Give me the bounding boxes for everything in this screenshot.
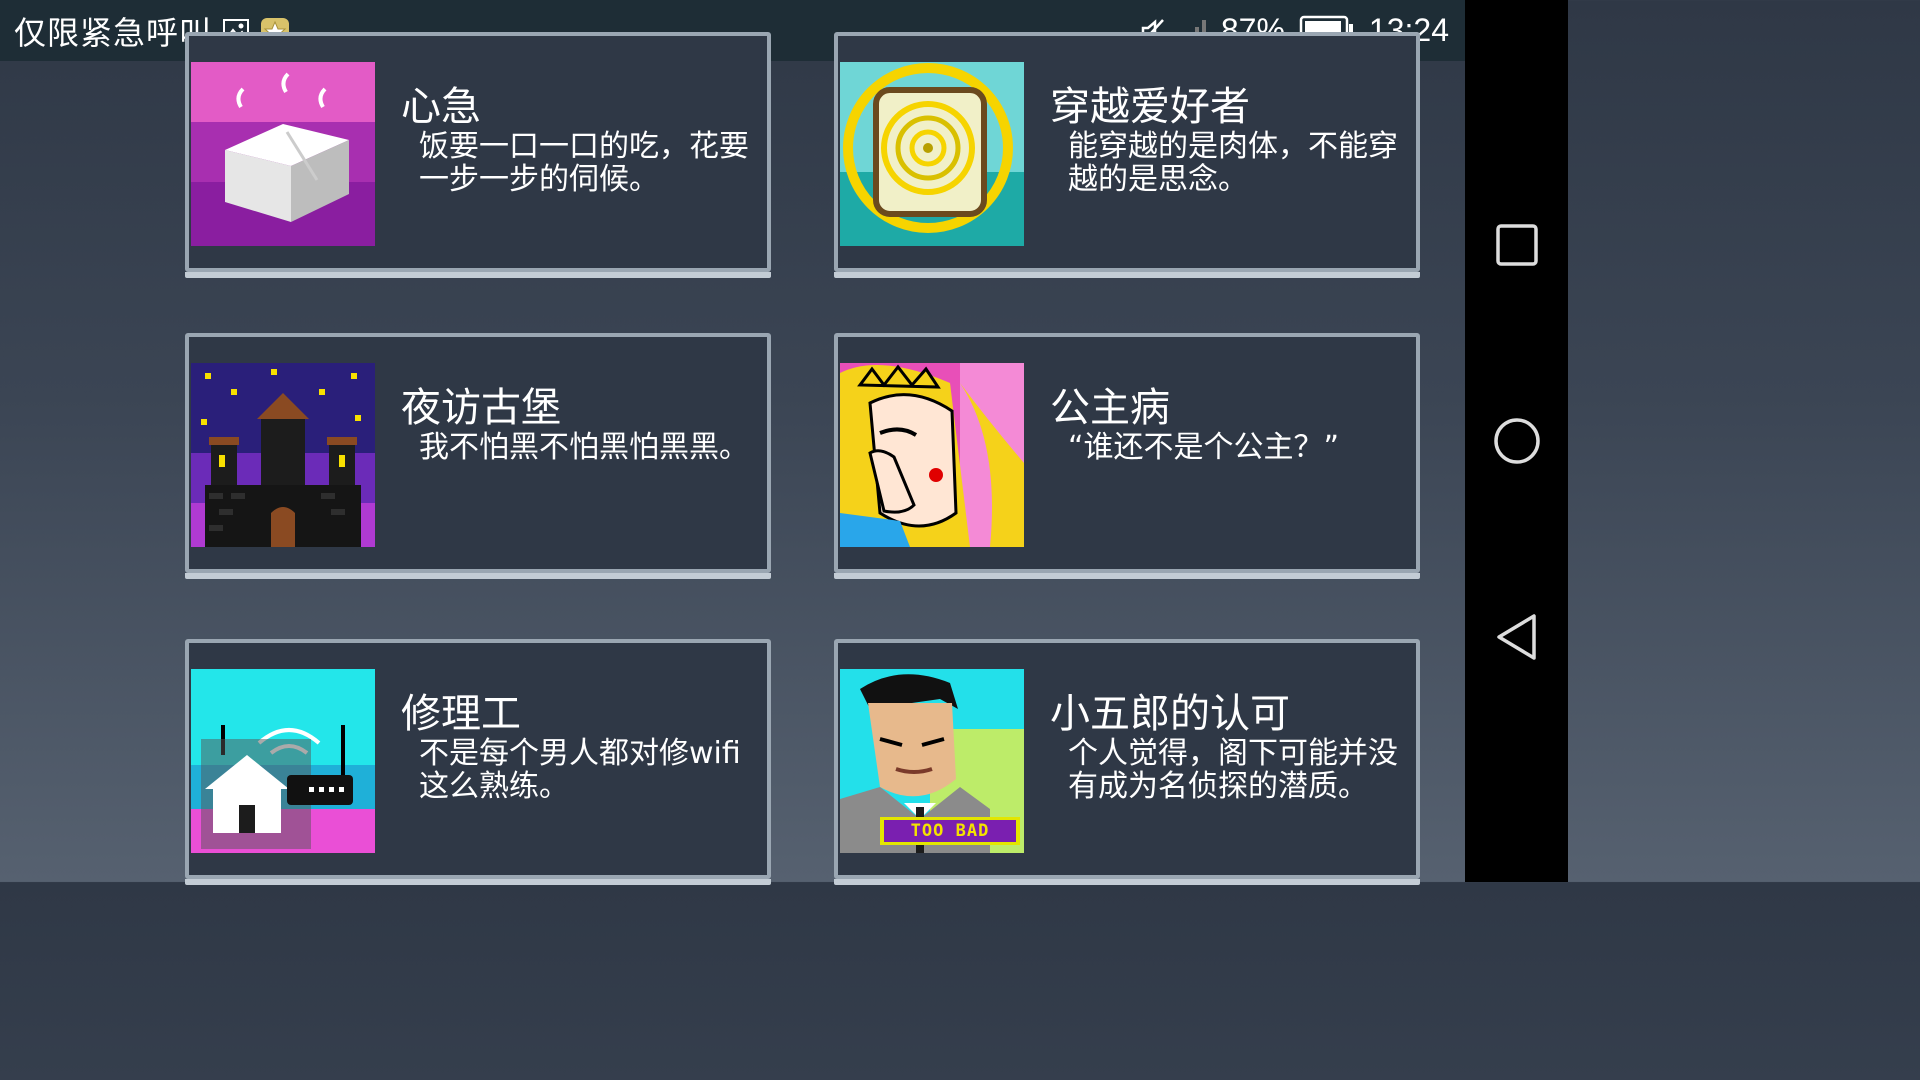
tofu-icon: [191, 62, 375, 246]
card-title: 夜访古堡: [401, 385, 561, 431]
card-description: “谁还不是个公主？”: [1068, 430, 1340, 465]
card-description: 能穿越的是肉体，不能穿越的是思念。: [1068, 129, 1398, 197]
too-bad-badge: TOO BAD: [910, 821, 990, 841]
card-title: 公主病: [1050, 385, 1170, 431]
achievement-card[interactable]: 夜访古堡 我不怕黑不怕黑怕黑黑。: [185, 333, 771, 579]
card-description: 我不怕黑不怕黑怕黑黑。: [419, 430, 749, 465]
back-icon: [1496, 614, 1536, 660]
card-description: 个人觉得，阁下可能并没有成为名侦探的潜质。: [1068, 736, 1398, 804]
detective-icon: TOO BAD: [840, 669, 1024, 853]
achievement-card[interactable]: 穿越爱好者 能穿越的是肉体，不能穿越的是思念。: [834, 32, 1420, 278]
navigation-bar: [1465, 0, 1568, 882]
achievement-card[interactable]: TOO BAD 小五郎的认可 个人觉得，阁下可能并没有成为名侦探的潜质。: [834, 639, 1420, 885]
recent-apps-button[interactable]: [1465, 205, 1568, 285]
card-description: 饭要一口一口的吃，花要一步一步的伺候。: [419, 129, 749, 197]
achievement-card[interactable]: 公主病 “谁还不是个公主？”: [834, 333, 1420, 579]
achievement-card[interactable]: 心急 饭要一口一口的吃，花要一步一步的伺候。: [185, 32, 771, 278]
card-title: 穿越爱好者: [1050, 84, 1250, 130]
home-icon: [1493, 418, 1540, 464]
carrier-label: 仅限紧急呼叫: [14, 13, 213, 52]
card-title: 修理工: [401, 691, 521, 737]
router-house-icon: [191, 669, 375, 853]
home-button[interactable]: [1465, 401, 1568, 481]
recent-apps-icon: [1495, 224, 1538, 266]
card-title: 小五郎的认可: [1050, 691, 1290, 737]
castle-icon: [191, 363, 375, 547]
card-description: 不是每个男人都对修wifi这么熟练。: [419, 736, 741, 804]
card-title: 心急: [401, 84, 481, 130]
crying-princess-icon: [840, 363, 1024, 547]
portal-icon: [840, 62, 1024, 246]
achievement-card[interactable]: 修理工 不是每个男人都对修wifi这么熟练。: [185, 639, 771, 885]
back-button[interactable]: [1465, 597, 1568, 677]
